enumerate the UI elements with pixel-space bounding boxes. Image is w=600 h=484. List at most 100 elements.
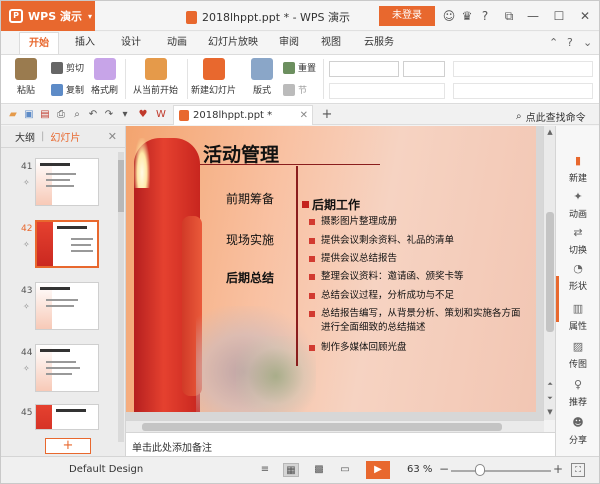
tab-review[interactable]: 审阅	[269, 32, 309, 54]
sidebar-item-transition[interactable]: ⇄ 切换	[556, 226, 600, 256]
close-icon[interactable]: ✕	[300, 110, 308, 121]
menu-bar: 开始 插入 设计 动画 幻灯片放映 审阅 视图 云服务 ⌃ ? ⌄	[1, 32, 599, 54]
chevron-down-icon[interactable]: ▾	[119, 109, 131, 121]
tab-slides[interactable]: 幻灯片	[50, 129, 80, 144]
bullet-item[interactable]: 总结会议过程，分析成功与不足	[309, 289, 526, 303]
fit-window-icon[interactable]: ⛶	[571, 463, 585, 477]
tab-animation[interactable]: 动画	[157, 32, 197, 54]
tab-document[interactable]: 2018lhppt.ppt * ✕	[173, 105, 313, 125]
help-icon[interactable]: ?	[567, 36, 573, 49]
zoom-slider-handle[interactable]	[475, 464, 485, 476]
layout-button[interactable]: 版式	[251, 58, 273, 96]
font-name-select[interactable]	[329, 61, 399, 77]
reading-view-icon[interactable]: ▭	[337, 463, 353, 477]
nav-item[interactable]: 现场实施	[226, 231, 274, 248]
restore-icon[interactable]: ⧉	[501, 8, 517, 24]
sidebar-item-properties[interactable]: ▥ 属性	[556, 302, 600, 332]
shirt-icon[interactable]: ♛	[459, 8, 475, 24]
slide-thumbnail-selected[interactable]	[35, 220, 99, 268]
help-icon[interactable]: ?	[477, 8, 493, 24]
notes-area[interactable]: 单击此处添加备注	[126, 432, 555, 456]
undo-icon[interactable]: ↶	[87, 109, 99, 121]
zoom-out-icon[interactable]: −	[439, 462, 449, 476]
thumb-line	[46, 361, 76, 363]
slide-thumbnail[interactable]	[35, 404, 99, 430]
redo-icon[interactable]: ↷	[103, 109, 115, 121]
slide-thumbnail[interactable]	[35, 158, 99, 206]
slide-sorter-icon[interactable]: ▩	[311, 463, 327, 477]
slide[interactable]: 活动管理 前期筹备 现场实施 后期总结 后期工作 摄影图片整理成册 提供会议剩余…	[126, 126, 536, 412]
play-slideshow-button[interactable]: ▶	[366, 461, 390, 479]
slide-canvas[interactable]: 活动管理 前期筹备 现场实施 后期总结 后期工作 摄影图片整理成册 提供会议剩余…	[126, 126, 544, 420]
font-size-select[interactable]	[403, 61, 445, 77]
nav-item[interactable]: 前期筹备	[226, 190, 274, 207]
paste-button[interactable]: 粘贴	[15, 58, 37, 96]
close-icon[interactable]: ✕	[108, 130, 117, 143]
normal-view-icon[interactable]: ▦	[283, 463, 299, 477]
section-button[interactable]: 节	[283, 83, 307, 96]
slide-title[interactable]: 活动管理	[203, 140, 279, 167]
star-icon: ✧	[23, 302, 30, 311]
sidebar-item-upload-image[interactable]: ▨ 传图	[556, 340, 600, 370]
app-menu-button[interactable]: P WPS 演示 ▾	[1, 1, 95, 31]
nav-item-active[interactable]: 后期总结	[226, 269, 274, 286]
tab-view[interactable]: 视图	[311, 32, 351, 54]
add-slide-button[interactable]: +	[45, 438, 91, 454]
new-tab-icon[interactable]: +	[321, 108, 333, 121]
sidebar-item-shape[interactable]: ◔ 形状	[556, 262, 600, 292]
close-icon[interactable]: ✕	[577, 8, 593, 24]
scrollbar-thumb[interactable]	[118, 160, 124, 212]
sidebar-item-new[interactable]: ▮ 新建	[556, 154, 600, 184]
notes-toggle-icon[interactable]: ≡	[257, 463, 273, 477]
slide-thumbnail[interactable]	[35, 344, 99, 392]
command-search[interactable]: ⌕ 点此查找命令	[516, 109, 586, 124]
scrollbar[interactable]	[118, 152, 124, 442]
heart-icon[interactable]: ♥	[137, 109, 149, 121]
tab-slideshow[interactable]: 幻灯片放映	[201, 32, 265, 54]
login-button[interactable]: 未登录	[379, 6, 435, 26]
new-slide-button[interactable]: 新建幻灯片	[191, 58, 236, 96]
tab-design[interactable]: 设计	[111, 32, 151, 54]
section-title[interactable]: 后期工作	[302, 196, 360, 213]
tab-insert[interactable]: 插入	[65, 32, 105, 54]
bullet-item[interactable]: 提供会议总结报告	[309, 252, 526, 266]
print-icon[interactable]: ⎙	[55, 109, 67, 121]
slide-thumbnail[interactable]	[35, 282, 99, 330]
minimize-icon[interactable]: —	[525, 8, 541, 24]
collapse-ribbon-icon[interactable]: ⌃	[549, 36, 558, 49]
scrollbar-thumb[interactable]	[546, 212, 554, 332]
bullet-item[interactable]: 总结报告编写，从背景分析、策划和实施各方面进行全面细致的总结描述	[309, 307, 526, 335]
bullet-item[interactable]: 提供会议剩余资料、礼品的清单	[309, 234, 526, 248]
tab-start[interactable]: 开始	[19, 32, 59, 54]
wps-doc-icon[interactable]: W	[155, 109, 167, 121]
bullet-item[interactable]: 整理会议资料：邀请函、颁奖卡等	[309, 270, 526, 284]
tab-outline[interactable]: 大纲	[15, 129, 35, 144]
preview-icon[interactable]: ⌕	[71, 109, 83, 121]
smiley-icon[interactable]: ☺	[441, 8, 457, 24]
zoom-level[interactable]: 63 %	[407, 464, 432, 475]
sidebar-item-animation[interactable]: ✦ 动画	[556, 190, 600, 220]
bullet-item[interactable]: 摄影图片整理成册	[309, 215, 526, 229]
export-pdf-icon[interactable]: ▤	[39, 109, 51, 121]
vertical-scrollbar[interactable]: ▲ ⏶ ⏷ ▼	[543, 126, 555, 420]
horizontal-scrollbar[interactable]	[126, 420, 544, 432]
format-painter-button[interactable]: 格式刷	[91, 58, 118, 96]
maximize-icon[interactable]: ☐	[551, 8, 567, 24]
design-name[interactable]: Default Design	[69, 464, 143, 475]
open-folder-icon[interactable]: ▰	[7, 109, 19, 121]
from-current-button[interactable]: 从当前开始	[133, 58, 178, 96]
tab-cloud[interactable]: 云服务	[355, 32, 403, 54]
slide-number: 45	[21, 408, 33, 418]
zoom-slider[interactable]	[451, 470, 551, 472]
bullet-item[interactable]: 制作多媒体回顾光盘	[309, 341, 526, 355]
save-icon[interactable]: ▣	[23, 109, 35, 121]
zoom-in-icon[interactable]: +	[553, 462, 563, 476]
sidebar-item-share[interactable]: ☻ 分享	[556, 416, 600, 446]
animation-icon: ✦	[573, 190, 583, 203]
copy-button[interactable]: 复制	[51, 83, 84, 96]
sidebar-item-recommend[interactable]: ♀ 推荐	[556, 378, 600, 408]
chevron-down-icon[interactable]: ⌄	[583, 36, 592, 49]
scrollbar-thumb[interactable]	[142, 423, 502, 431]
reset-button[interactable]: 重置	[283, 61, 316, 74]
cut-button[interactable]: 剪切	[51, 61, 84, 74]
